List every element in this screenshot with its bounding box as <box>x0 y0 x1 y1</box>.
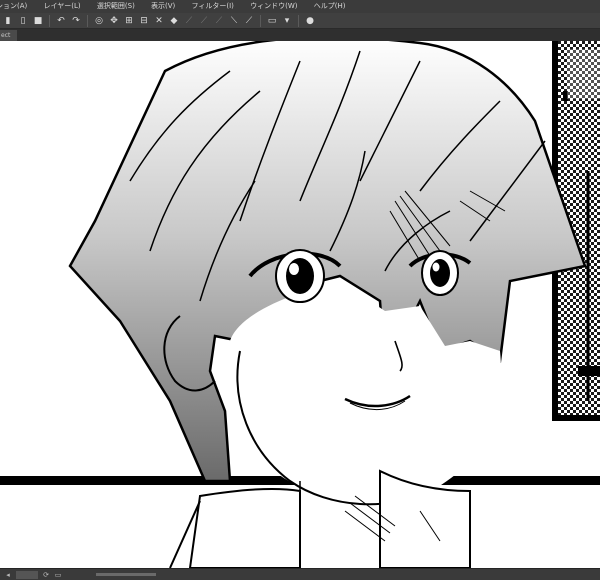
status-bar: ◂ ⟳ ▭ <box>0 568 600 580</box>
tab-document[interactable]: ect <box>0 30 17 41</box>
open-icon[interactable]: ▯ <box>17 15 29 27</box>
screen-icon[interactable]: ▭ <box>266 15 278 27</box>
brush-icon[interactable]: ⟍ <box>228 15 240 27</box>
document-tabstrip: ect <box>0 29 600 41</box>
save-icon[interactable]: ■ <box>32 15 44 27</box>
zoom-slider[interactable] <box>96 573 156 576</box>
menu-selection[interactable]: 選択範囲(S) <box>97 0 135 13</box>
toolbar-divider <box>49 14 50 27</box>
rotate-icon[interactable]: ⟳ <box>42 571 50 579</box>
menu-layer[interactable]: レイヤー(L) <box>44 0 81 13</box>
zoom-field[interactable] <box>16 570 38 579</box>
clear-icon[interactable]: ◎ <box>93 15 105 27</box>
info-icon[interactable]: ● <box>304 15 316 27</box>
pen-icon[interactable]: ⟋ <box>213 15 225 27</box>
deselect-icon[interactable]: ⊟ <box>138 15 150 27</box>
new-icon[interactable]: ▮ <box>2 15 14 27</box>
menu-filter[interactable]: フィルター(I) <box>192 0 234 13</box>
collar-right <box>379 469 471 568</box>
toolbar-divider <box>87 14 88 27</box>
menu-bar: ション(A) レイヤー(L) 選択範囲(S) 表示(V) フィルター(I) ウィ… <box>0 0 600 13</box>
snap-icon[interactable]: ⟋ <box>198 15 210 27</box>
menu-help[interactable]: ヘルプ(H) <box>314 0 346 13</box>
manga-illustration <box>0 41 600 568</box>
command-toolbar: ▮ ▯ ■ ↶ ↷ ◎ ✥ ⊞ ⊟ ✕ ◆ ⟋ ⟋ ⟋ ⟍ ⟋ ▭ ▾ ● <box>0 13 600 29</box>
redo-icon[interactable]: ↷ <box>70 15 82 27</box>
transform-icon[interactable]: ✥ <box>108 15 120 27</box>
drawing-canvas[interactable] <box>0 41 600 568</box>
invert-selection-icon[interactable]: ✕ <box>153 15 165 27</box>
stroke-icon[interactable]: ⟋ <box>243 15 255 27</box>
select-all-icon[interactable]: ⊞ <box>123 15 135 27</box>
menu-window[interactable]: ウィンドウ(W) <box>250 0 297 13</box>
arrow-left-icon[interactable]: ◂ <box>4 571 12 579</box>
ruler-icon[interactable]: ⟋ <box>183 15 195 27</box>
menu-view[interactable]: 表示(V) <box>151 0 175 13</box>
fill-icon[interactable]: ◆ <box>168 15 180 27</box>
toolbar-divider <box>298 14 299 27</box>
toolbar-divider <box>260 14 261 27</box>
menu-animation[interactable]: ション(A) <box>0 0 27 13</box>
collar <box>188 487 301 568</box>
undo-icon[interactable]: ↶ <box>55 15 67 27</box>
fit-icon[interactable]: ▭ <box>54 571 62 579</box>
chevron-down-icon[interactable]: ▾ <box>281 15 293 27</box>
